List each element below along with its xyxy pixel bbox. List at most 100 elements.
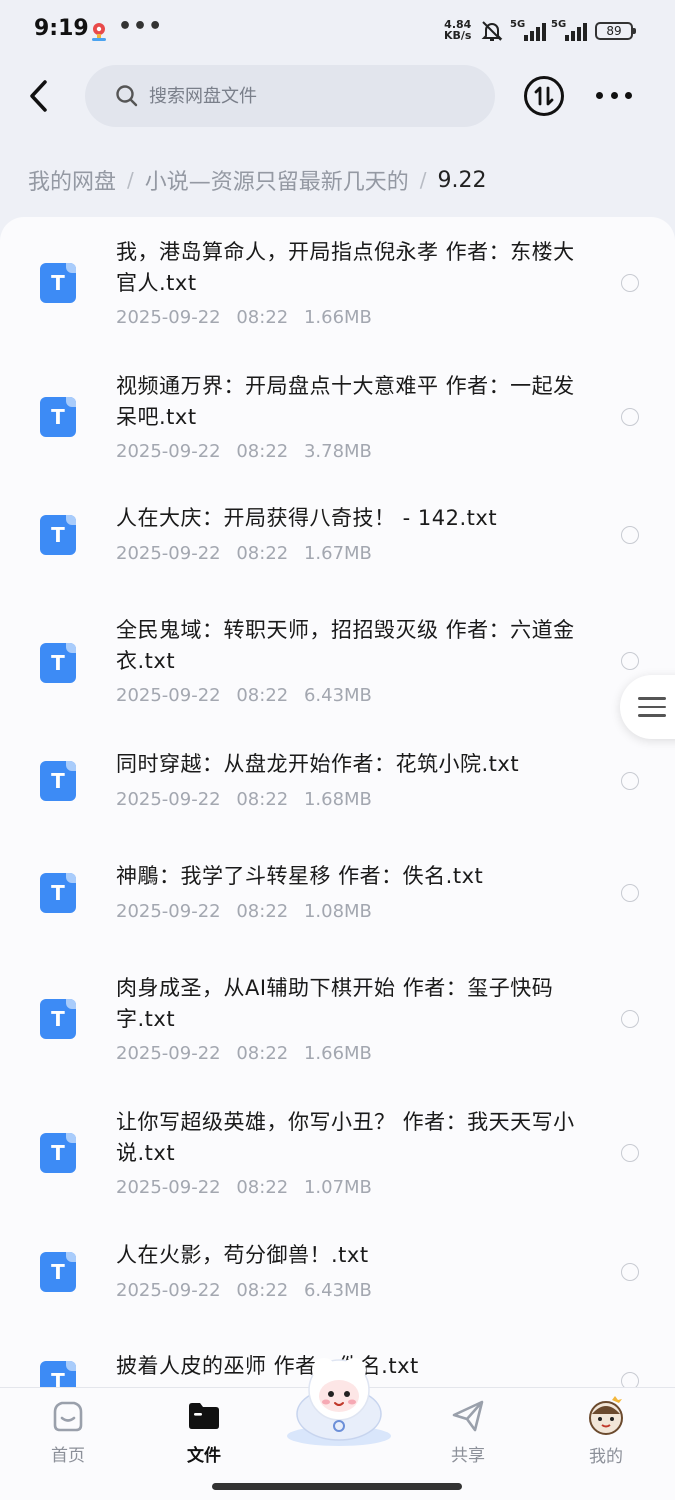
bell-muted-icon — [481, 21, 503, 41]
file-size: 6.43MB — [303, 1280, 372, 1301]
file-name: 人在大庆：开局获得八奇技！ - 142.txt — [116, 506, 498, 530]
map-pin-icon — [92, 23, 106, 41]
file-time: 08:22 — [236, 1280, 289, 1301]
file-time: 08:22 — [236, 1177, 289, 1198]
menu-line-icon — [638, 714, 666, 717]
file-name: 让你写超级英雄，你写小丑？ 作者：我天天写小说.txt — [116, 1110, 575, 1165]
tab-label: 我的 — [589, 1447, 623, 1467]
tab-share[interactable]: 共享 — [428, 1396, 508, 1466]
select-checkbox[interactable] — [621, 1010, 639, 1028]
avatar-icon — [586, 1396, 626, 1436]
text-file-icon: T — [40, 999, 76, 1039]
back-button[interactable] — [20, 76, 56, 116]
file-time: 08:22 — [236, 1043, 289, 1064]
list-menu-button[interactable] — [620, 675, 675, 739]
text-file-icon: T — [40, 1361, 76, 1387]
file-date: 2025-09-22 — [116, 1177, 221, 1198]
file-meta: 2025-09-22 08:22 6.43MB — [116, 685, 372, 706]
tab-home[interactable]: 首页 — [28, 1396, 108, 1466]
search-icon — [116, 85, 138, 107]
file-meta: 2025-09-22 08:22 1.66MB — [116, 307, 372, 328]
file-date: 2025-09-22 — [116, 685, 221, 706]
more-dot-icon — [625, 91, 632, 99]
tab-label: 共享 — [451, 1446, 485, 1466]
tab-me[interactable]: 我的 — [566, 1396, 646, 1467]
tab-files[interactable]: 文件 — [164, 1396, 244, 1466]
file-name: 肉身成圣，从AI辅助下棋开始 作者：玺子快码字.txt — [116, 976, 554, 1031]
transfer-list-button[interactable] — [524, 76, 564, 116]
home-indicator[interactable] — [212, 1483, 462, 1490]
breadcrumb-separator: / — [419, 168, 427, 192]
file-date: 2025-09-22 — [116, 441, 221, 462]
battery-icon: 89 — [595, 22, 636, 40]
file-name: 我，港岛算命人，开局指点倪永孝 作者：东楼大官人.txt — [116, 240, 575, 295]
file-name: 视频通万界：开局盘点十大意难平 作者：一起发呆吧.txt — [116, 374, 575, 429]
status-bar: 9:19 ••• 4.84 KB/s 5G 5G 89 — [0, 0, 675, 62]
file-size: 6.43MB — [303, 685, 372, 706]
more-dot-icon — [610, 91, 618, 99]
text-file-icon: T — [40, 873, 76, 913]
file-time: 08:22 — [236, 685, 289, 706]
file-date: 2025-09-22 — [116, 1043, 221, 1064]
file-date: 2025-09-22 — [116, 307, 221, 328]
select-checkbox[interactable] — [621, 1372, 639, 1387]
breadcrumb-folder[interactable]: 小说—资源只留最新几天的 — [145, 164, 409, 196]
select-checkbox[interactable] — [621, 772, 639, 790]
file-name: 同时穿越：从盘龙开始作者：花筑小院.txt — [116, 752, 520, 776]
file-size: 1.08MB — [303, 901, 372, 922]
file-time: 08:22 — [236, 543, 289, 564]
file-size: 1.67MB — [303, 543, 372, 564]
breadcrumb-root[interactable]: 我的网盘 — [28, 164, 116, 196]
network-speed: 4.84 KB/s — [444, 19, 471, 41]
file-meta: 2025-09-22 08:22 1.67MB — [116, 543, 372, 564]
mascot-icon — [287, 1358, 391, 1446]
select-checkbox[interactable] — [621, 408, 639, 426]
more-options-button[interactable] — [592, 84, 636, 106]
breadcrumb-current: 9.22 — [437, 167, 487, 193]
select-checkbox[interactable] — [621, 884, 639, 902]
tab-label: 文件 — [187, 1446, 221, 1466]
file-time: 08:22 — [236, 307, 289, 328]
search-bar[interactable] — [85, 65, 495, 127]
text-file-icon: T — [40, 1252, 76, 1292]
text-file-icon: T — [40, 263, 76, 303]
menu-line-icon — [638, 697, 666, 700]
more-dot-icon — [596, 91, 603, 99]
file-size: 1.66MB — [303, 307, 372, 328]
signal-sim1-icon: 5G — [510, 19, 548, 41]
file-meta: 2025-09-22 08:22 1.66MB — [116, 1043, 372, 1064]
file-meta: 2025-09-22 08:22 6.43MB — [116, 1280, 372, 1301]
status-time: 9:19 — [34, 16, 89, 41]
file-date: 2025-09-22 — [116, 543, 221, 564]
transfer-arrows-icon — [534, 86, 554, 106]
text-file-icon: T — [40, 1133, 76, 1173]
folder-icon — [184, 1396, 224, 1435]
file-meta: 2025-09-22 08:22 1.68MB — [116, 789, 372, 810]
select-checkbox[interactable] — [621, 526, 639, 544]
home-icon — [48, 1396, 88, 1435]
file-size: 1.66MB — [303, 1043, 372, 1064]
file-date: 2025-09-22 — [116, 789, 221, 810]
file-name: 人在火影，苟分御兽！.txt — [116, 1243, 369, 1267]
file-date: 2025-09-22 — [116, 901, 221, 922]
text-file-icon: T — [40, 397, 76, 437]
file-time: 08:22 — [236, 789, 289, 810]
ai-assistant-button[interactable] — [280, 1352, 398, 1448]
text-file-icon: T — [40, 761, 76, 801]
file-date: 2025-09-22 — [116, 1280, 221, 1301]
breadcrumb: 我的网盘 / 小说—资源只留最新几天的 / 9.22 — [28, 160, 487, 200]
search-input[interactable] — [149, 85, 449, 107]
select-checkbox[interactable] — [621, 652, 639, 670]
text-file-icon: T — [40, 643, 76, 683]
share-icon — [448, 1396, 488, 1435]
select-checkbox[interactable] — [621, 274, 639, 292]
file-time: 08:22 — [236, 441, 289, 462]
signal-sim2-icon: 5G — [551, 19, 589, 41]
file-size: 3.78MB — [303, 441, 372, 462]
select-checkbox[interactable] — [621, 1263, 639, 1281]
file-time: 08:22 — [236, 901, 289, 922]
file-meta: 2025-09-22 08:22 1.07MB — [116, 1177, 372, 1198]
file-name: 全民鬼域：转职天师，招招毁灭级 作者：六道金衣.txt — [116, 618, 575, 673]
text-file-icon: T — [40, 515, 76, 555]
select-checkbox[interactable] — [621, 1144, 639, 1162]
